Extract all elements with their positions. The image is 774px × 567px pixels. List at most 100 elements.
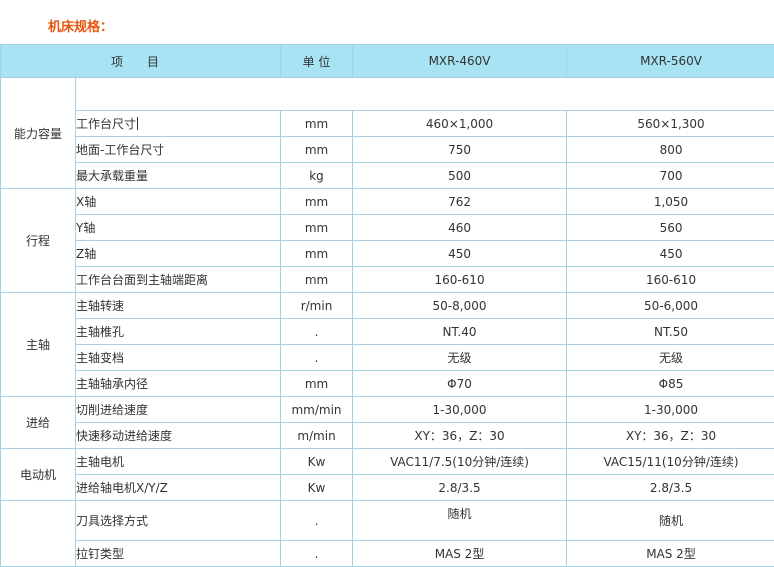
value-cell: 随机: [353, 501, 567, 541]
value-cell: MAS 2型: [567, 541, 774, 567]
value-cell: VAC15/11(10分钟/连续): [567, 449, 774, 475]
table-row: 工作台台面到主轴端距离 mm 160-610 160-610: [1, 267, 774, 293]
param-cell: 最大承载重量: [76, 163, 281, 189]
param-cell: 主轴转速: [76, 293, 281, 319]
param-cell: 地面-工作台尺寸: [76, 137, 281, 163]
value-cell: 160-610: [353, 267, 567, 293]
unit-cell: mm: [281, 267, 353, 293]
table-header-row: 项 目 单 位 MXR-460V MXR-560V: [1, 45, 774, 78]
unit-cell: Kw: [281, 449, 353, 475]
value-cell: 750: [353, 137, 567, 163]
value-cell: 无级: [353, 345, 567, 371]
param-cell: 主轴椎孔: [76, 319, 281, 345]
value-cell: Φ85: [567, 371, 774, 397]
value-cell: 762: [353, 189, 567, 215]
blank-cell: [76, 78, 774, 111]
table-row: 最大承载重量 kg 500 700: [1, 163, 774, 189]
value-cell: 460×1,000: [353, 111, 567, 137]
table-row: 快速移动进给速度 m/min XY：36，Z：30 XY：36，Z：30: [1, 423, 774, 449]
unit-cell: .: [281, 345, 353, 371]
category-cell: 电动机: [1, 449, 76, 501]
unit-cell: .: [281, 501, 353, 541]
param-cell: 工作台尺寸: [76, 111, 281, 137]
category-cell: 能力容量: [1, 78, 76, 189]
table-row: 主轴轴承内径 mm Φ70 Φ85: [1, 371, 774, 397]
table-row: 主轴变档 . 无级 无级: [1, 345, 774, 371]
unit-cell: kg: [281, 163, 353, 189]
value-cell: NT.40: [353, 319, 567, 345]
value-cell: Φ70: [353, 371, 567, 397]
section-title: 机床规格：: [48, 16, 113, 35]
unit-cell: mm: [281, 215, 353, 241]
value-cell: 2.8/3.5: [353, 475, 567, 501]
header-item: 项 目: [1, 45, 281, 78]
param-cell: 主轴电机: [76, 449, 281, 475]
value-cell: 560×1,300: [567, 111, 774, 137]
value-cell: 2.8/3.5: [567, 475, 774, 501]
param-cell: 切削进给速度: [76, 397, 281, 423]
value-cell: 700: [567, 163, 774, 189]
value-cell: XY：36，Z：30: [353, 423, 567, 449]
value-cell: 随机: [567, 501, 774, 541]
value-cell: 160-610: [567, 267, 774, 293]
value-cell: VAC11/7.5(10分钟/连续): [353, 449, 567, 475]
param-cell: 主轴轴承内径: [76, 371, 281, 397]
category-cell: 主轴: [1, 293, 76, 397]
param-cell: Z轴: [76, 241, 281, 267]
unit-cell: mm: [281, 111, 353, 137]
value-cell: 450: [567, 241, 774, 267]
value-cell: 1,050: [567, 189, 774, 215]
table-row: Z轴 mm 450 450: [1, 241, 774, 267]
value-cell: 800: [567, 137, 774, 163]
value-cell: 50-8,000: [353, 293, 567, 319]
table-row: 拉钉类型 . MAS 2型 MAS 2型: [1, 541, 774, 567]
value-cell: 1-30,000: [353, 397, 567, 423]
table-row: 进给 切削进给速度 mm/min 1-30,000 1-30,000: [1, 397, 774, 423]
category-cell: [1, 501, 76, 567]
value-cell: 无级: [567, 345, 774, 371]
unit-cell: mm: [281, 371, 353, 397]
value-cell: 1-30,000: [567, 397, 774, 423]
unit-cell: mm/min: [281, 397, 353, 423]
table-row: 进给轴电机X/Y/Z Kw 2.8/3.5 2.8/3.5: [1, 475, 774, 501]
unit-cell: mm: [281, 137, 353, 163]
table-row: 主轴椎孔 . NT.40 NT.50: [1, 319, 774, 345]
table-row: 主轴 主轴转速 r/min 50-8,000 50-6,000: [1, 293, 774, 319]
header-unit: 单 位: [281, 45, 353, 78]
category-cell: 进给: [1, 397, 76, 449]
value-cell: XY：36，Z：30: [567, 423, 774, 449]
param-cell: 拉钉类型: [76, 541, 281, 567]
header-model-1: MXR-460V: [353, 45, 567, 78]
unit-cell: r/min: [281, 293, 353, 319]
value-cell: MAS 2型: [353, 541, 567, 567]
param-cell: 主轴变档: [76, 345, 281, 371]
unit-cell: mm: [281, 241, 353, 267]
header-model-2: MXR-560V: [567, 45, 774, 78]
param-cell: 工作台台面到主轴端距离: [76, 267, 281, 293]
unit-cell: m/min: [281, 423, 353, 449]
category-cell: 行程: [1, 189, 76, 293]
table-row: Y轴 mm 460 560: [1, 215, 774, 241]
value-cell: 560: [567, 215, 774, 241]
value-cell: 50-6,000: [567, 293, 774, 319]
param-cell: 进给轴电机X/Y/Z: [76, 475, 281, 501]
table-row: 工作台尺寸 mm 460×1,000 560×1,300: [1, 111, 774, 137]
param-cell: X轴: [76, 189, 281, 215]
value-cell: 450: [353, 241, 567, 267]
table-row: 电动机 主轴电机 Kw VAC11/7.5(10分钟/连续) VAC15/11(…: [1, 449, 774, 475]
value-cell: 500: [353, 163, 567, 189]
value-cell: NT.50: [567, 319, 774, 345]
text-cursor: [137, 117, 138, 130]
blank-row: 能力容量: [1, 78, 774, 111]
table-row: 行程 X轴 mm 762 1,050: [1, 189, 774, 215]
unit-cell: Kw: [281, 475, 353, 501]
param-cell: Y轴: [76, 215, 281, 241]
param-cell: 快速移动进给速度: [76, 423, 281, 449]
unit-cell: mm: [281, 189, 353, 215]
unit-cell: .: [281, 319, 353, 345]
unit-cell: .: [281, 541, 353, 567]
spec-table: 项 目 单 位 MXR-460V MXR-560V 能力容量 工作台尺寸 mm …: [0, 44, 774, 567]
param-cell: 刀具选择方式: [76, 501, 281, 541]
value-cell: 460: [353, 215, 567, 241]
table-row: 刀具选择方式 . 随机 随机: [1, 501, 774, 541]
